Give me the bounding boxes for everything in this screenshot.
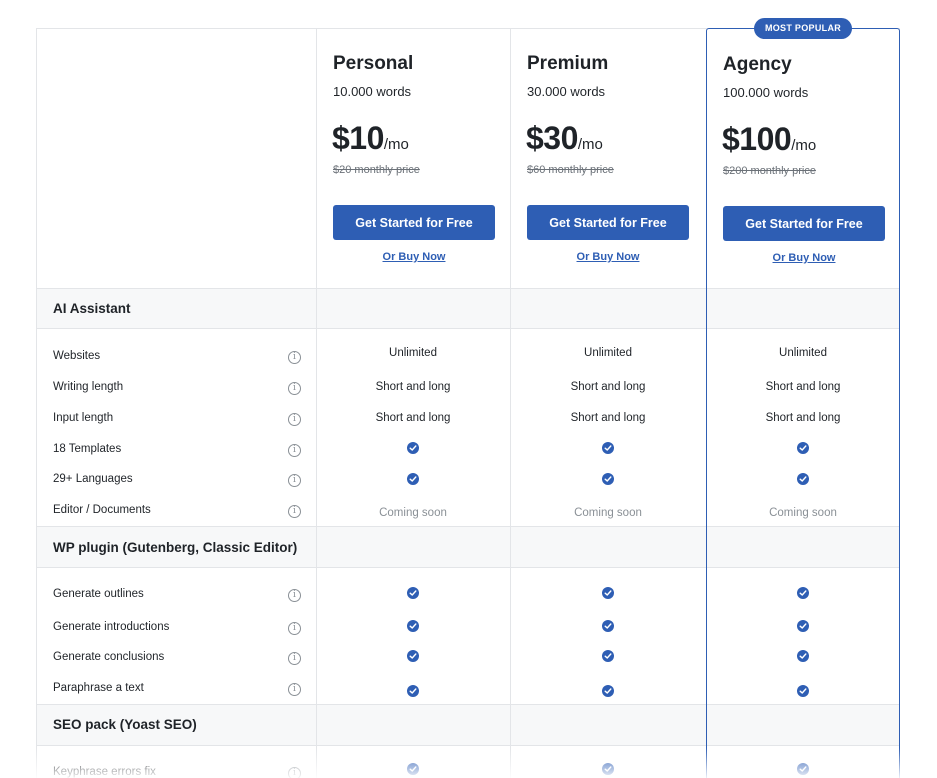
check-circle-icon: [602, 685, 614, 697]
feature-label-generate-conclusions: Generate conclusions: [53, 651, 165, 663]
feature-label-generate-introductions: Generate introductions: [53, 621, 170, 633]
check-circle-icon: [602, 587, 614, 599]
price-amount: $30: [526, 120, 578, 156]
info-icon[interactable]: i: [288, 351, 301, 364]
feature-value: Unlimited: [584, 347, 632, 359]
plan-name-agency: Agency: [723, 54, 792, 75]
section-title-ai-assistant: AI Assistant: [53, 301, 131, 316]
check-circle-icon: [797, 587, 809, 599]
check-circle-icon: [407, 587, 419, 599]
info-icon[interactable]: i: [288, 683, 301, 696]
info-icon[interactable]: i: [288, 382, 301, 395]
row-divider: [36, 704, 900, 705]
column-divider: [899, 28, 900, 778]
feature-value: Unlimited: [389, 347, 437, 359]
row-divider: [36, 745, 900, 746]
plan-name-premium: Premium: [527, 53, 609, 74]
buy-now-link-premium[interactable]: Or Buy Now: [527, 251, 689, 263]
check-circle-icon: [602, 620, 614, 632]
check-circle-icon: [797, 685, 809, 697]
row-divider: [36, 526, 900, 527]
feature-label-generate-outlines: Generate outlines: [53, 588, 144, 600]
info-icon[interactable]: i: [288, 474, 301, 487]
check-circle-icon: [407, 620, 419, 632]
get-started-button-personal[interactable]: Get Started for Free: [333, 205, 495, 240]
price-unit: /mo: [791, 137, 817, 154]
info-icon[interactable]: i: [288, 589, 301, 602]
feature-value: Coming soon: [574, 507, 642, 519]
get-started-button-premium[interactable]: Get Started for Free: [527, 205, 689, 240]
info-icon[interactable]: i: [288, 413, 301, 426]
plan-old-price-personal: $20 monthly price: [333, 164, 420, 176]
feature-value: Short and long: [375, 381, 451, 393]
check-circle-icon: [407, 473, 419, 485]
check-circle-icon: [797, 442, 809, 454]
feature-label-keyphrase-errors-fix: Keyphrase errors fix: [53, 766, 156, 778]
feature-value: Short and long: [570, 412, 646, 424]
buy-now-link-agency[interactable]: Or Buy Now: [723, 252, 885, 264]
plan-old-price-agency: $200 monthly price: [723, 165, 816, 177]
feature-value: Unlimited: [779, 347, 827, 359]
feature-label-websites: Websites: [53, 350, 101, 362]
section-band-ai-assistant: [36, 288, 900, 328]
feature-value: Short and long: [375, 412, 451, 424]
plan-price-premium: $30/mo: [526, 120, 603, 157]
plan-old-price-premium: $60 monthly price: [527, 164, 614, 176]
check-circle-icon: [797, 650, 809, 662]
get-started-button-agency[interactable]: Get Started for Free: [723, 206, 885, 241]
plan-words-premium: 30.000 words: [527, 84, 606, 99]
column-divider: [316, 28, 317, 778]
price-unit: /mo: [577, 136, 603, 153]
column-divider: [36, 28, 37, 778]
feature-value: Short and long: [765, 381, 841, 393]
feature-label-editor-documents: Editor / Documents: [53, 504, 151, 516]
pricing-table: AI Assistant WP plugin (Gutenberg, Class…: [36, 28, 900, 778]
check-circle-icon: [602, 473, 614, 485]
check-circle-icon: [602, 442, 614, 454]
check-circle-icon: [407, 763, 419, 775]
plan-name-personal: Personal: [333, 53, 414, 74]
column-divider: [706, 28, 707, 778]
plan-price-agency: $100/mo: [722, 121, 816, 158]
info-icon[interactable]: i: [288, 505, 301, 518]
price-amount: $10: [332, 120, 384, 156]
row-divider: [36, 288, 900, 289]
row-divider: [36, 567, 900, 568]
check-circle-icon: [797, 620, 809, 632]
info-icon[interactable]: i: [288, 622, 301, 635]
plan-words-personal: 10.000 words: [333, 84, 412, 99]
check-circle-icon: [407, 685, 419, 697]
most-popular-badge: MOST POPULAR: [754, 18, 852, 39]
feature-label-29-languages: 29+ Languages: [53, 473, 133, 485]
feature-value: Short and long: [570, 381, 646, 393]
feature-label-writing-length: Writing length: [53, 381, 124, 393]
info-icon[interactable]: i: [288, 444, 301, 457]
check-circle-icon: [602, 650, 614, 662]
check-circle-icon: [407, 442, 419, 454]
feature-value: Coming soon: [379, 507, 447, 519]
check-circle-icon: [407, 650, 419, 662]
check-circle-icon: [797, 763, 809, 775]
check-circle-icon: [797, 473, 809, 485]
feature-label-paraphrase-a-text: Paraphrase a text: [53, 682, 144, 694]
row-divider: [36, 328, 900, 329]
price-unit: /mo: [383, 136, 409, 153]
price-amount: $100: [722, 121, 792, 157]
feature-label-input-length: Input length: [53, 412, 114, 424]
feature-value: Short and long: [765, 412, 841, 424]
info-icon[interactable]: i: [288, 767, 301, 778]
plan-words-agency: 100.000 words: [723, 85, 809, 100]
column-divider: [510, 28, 511, 778]
info-icon[interactable]: i: [288, 652, 301, 665]
buy-now-link-personal[interactable]: Or Buy Now: [333, 251, 495, 263]
feature-value: Coming soon: [769, 507, 837, 519]
section-title-seo-pack: SEO pack (Yoast SEO): [53, 717, 197, 732]
section-title-wp-plugin: WP plugin (Gutenberg, Classic Editor): [53, 540, 298, 555]
plan-price-personal: $10/mo: [332, 120, 409, 157]
check-circle-icon: [602, 763, 614, 775]
feature-label-18-templates: 18 Templates: [53, 443, 122, 455]
